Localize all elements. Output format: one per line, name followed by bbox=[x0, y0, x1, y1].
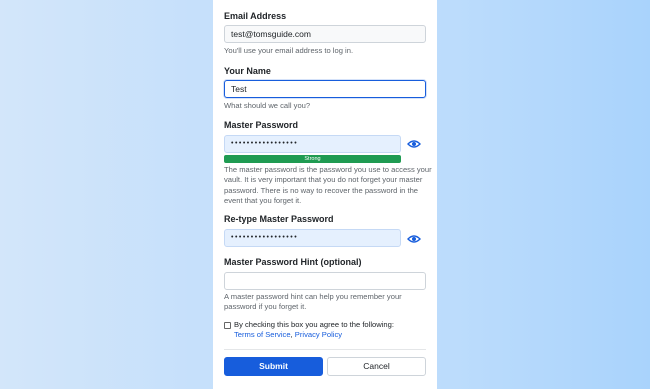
cancel-button[interactable]: Cancel bbox=[327, 357, 426, 376]
retype-password-label: Re-type Master Password bbox=[224, 214, 334, 224]
help-line: A master password hint can help you reme… bbox=[224, 292, 402, 301]
master-password-help-text: The master password is the password you … bbox=[224, 165, 432, 206]
retype-password-field[interactable]: ••••••••••••••••• bbox=[224, 229, 401, 247]
help-line: password. There is no way to recover the… bbox=[224, 185, 419, 195]
email-field[interactable]: test@tomsguide.com bbox=[224, 25, 426, 43]
submit-button[interactable]: Submit bbox=[224, 357, 323, 376]
email-label: Email Address bbox=[224, 11, 287, 21]
master-password-field[interactable]: ••••••••••••••••• bbox=[224, 135, 401, 153]
password-hint-help-text: A master password hint can help you reme… bbox=[224, 292, 402, 313]
terms-of-service-link[interactable]: Terms of Service bbox=[234, 330, 291, 339]
help-line: vault. It is very important that you do … bbox=[224, 175, 423, 185]
eye-icon[interactable] bbox=[407, 234, 421, 244]
privacy-policy-link[interactable]: Privacy Policy bbox=[295, 330, 342, 339]
name-field[interactable]: Test bbox=[224, 80, 426, 98]
terms-text: By checking this box you agree to the fo… bbox=[234, 320, 394, 341]
link-separator: , bbox=[290, 330, 293, 340]
help-line: event that you forget it. bbox=[224, 195, 302, 205]
password-strength-bar: Strong bbox=[224, 155, 401, 163]
terms-links: Terms of Service, Privacy Policy bbox=[234, 330, 394, 340]
password-hint-label: Master Password Hint (optional) bbox=[224, 257, 362, 267]
password-hint-field[interactable] bbox=[224, 272, 426, 290]
terms-checkbox[interactable] bbox=[224, 322, 231, 329]
eye-icon[interactable] bbox=[407, 139, 421, 149]
master-password-label: Master Password bbox=[224, 120, 299, 130]
password-strength-label: Strong bbox=[304, 156, 321, 162]
registration-form: Email Address test@tomsguide.com You'll … bbox=[213, 0, 437, 389]
divider bbox=[224, 349, 426, 350]
help-line: password if you forget it. bbox=[224, 302, 307, 312]
terms-statement: By checking this box you agree to the fo… bbox=[234, 320, 394, 329]
email-help-text: You'll use your email address to log in. bbox=[224, 46, 354, 55]
name-label: Your Name bbox=[224, 66, 271, 76]
help-line: The master password is the password you … bbox=[224, 165, 432, 174]
name-help-text: What should we call you? bbox=[224, 101, 311, 110]
